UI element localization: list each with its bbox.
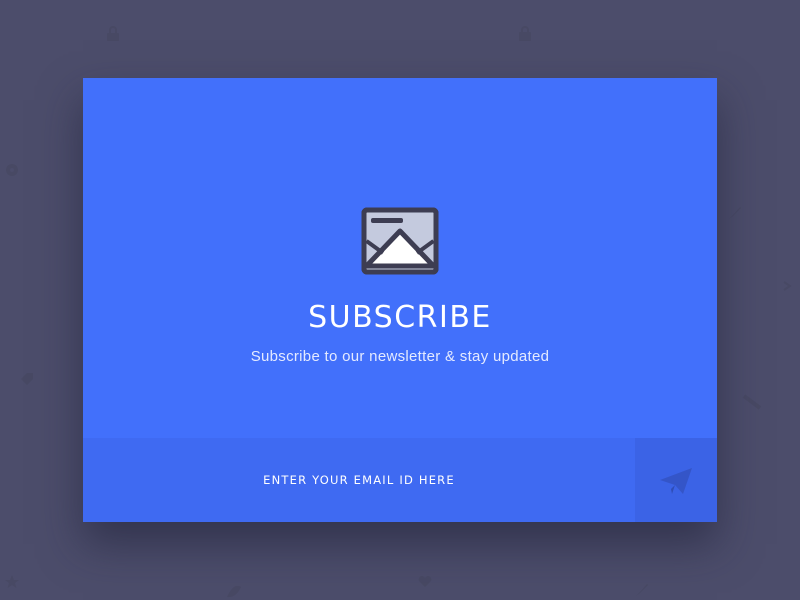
send-button[interactable] (635, 438, 717, 522)
paper-plane-icon (660, 468, 692, 494)
background-leaf-icon (227, 586, 241, 598)
subscribe-title: SUBSCRIBE (308, 300, 492, 335)
email-form (83, 438, 717, 522)
background-bag-icon (519, 26, 531, 41)
background-tag-icon (21, 373, 33, 385)
background-gear-icon (6, 164, 18, 176)
background-rocket-icon-2 (636, 584, 648, 596)
background-lock-icon (107, 26, 119, 41)
background-star-icon (5, 575, 19, 588)
background-chevron-icon (783, 281, 792, 291)
email-input[interactable] (83, 438, 635, 522)
envelope-icon (361, 207, 439, 275)
background-pencil-icon (742, 394, 762, 410)
background-heart-icon (418, 576, 432, 587)
background-rocket-icon (729, 207, 741, 219)
subscribe-card: SUBSCRIBE Subscribe to our newsletter & … (83, 78, 717, 522)
subscribe-subtitle: Subscribe to our newsletter & stay updat… (250, 348, 550, 365)
